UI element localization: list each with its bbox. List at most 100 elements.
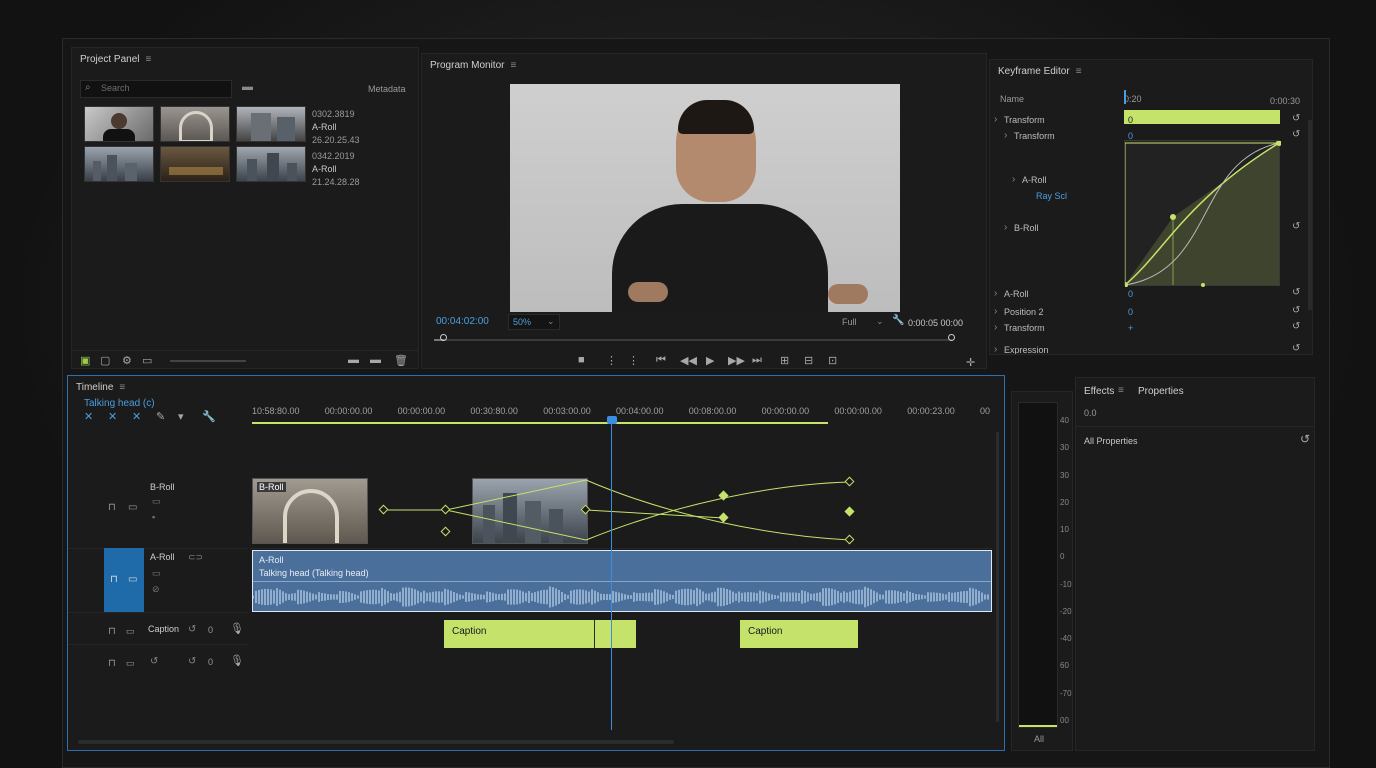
keyframe-playhead[interactable]: [1124, 90, 1126, 104]
keyframe-row[interactable]: › Expression ↺: [990, 343, 1310, 354]
list-item[interactable]: 0302.3819 A-Roll 26.20.25.43: [312, 108, 360, 147]
thumbnail-building[interactable]: [236, 106, 306, 142]
vertical-scrollbar[interactable]: [996, 432, 999, 722]
pen-icon[interactable]: ✎: [156, 410, 165, 423]
reset-icon[interactable]: ↺: [1292, 343, 1300, 354]
new-bin-icon[interactable]: ▬: [348, 354, 359, 366]
reset-icon[interactable]: ↺: [188, 624, 196, 635]
lock-icon[interactable]: ⊓: [108, 658, 116, 669]
step-forward-icon[interactable]: ⏭: [752, 354, 762, 367]
in-out-icon[interactable]: ⋮: [628, 354, 639, 367]
mute-icon[interactable]: ▭: [152, 568, 161, 579]
expand-arrow-icon[interactable]: ›: [994, 114, 997, 125]
keyframe-row[interactable]: › Transform 0 ↺: [990, 129, 1310, 144]
reset-icon[interactable]: ↺: [188, 656, 196, 667]
reset-icon[interactable]: ↺: [1292, 129, 1300, 140]
panel-menu-icon[interactable]: ≡: [1118, 385, 1124, 396]
track-lane-broll[interactable]: B-Roll: [250, 476, 992, 549]
snap-icon[interactable]: ✕: [84, 410, 93, 423]
panel-menu-icon[interactable]: ≡: [145, 54, 151, 65]
sort-icon[interactable]: ▭: [142, 354, 152, 367]
reset-icon[interactable]: ↺: [1292, 321, 1300, 332]
thumbnail-talking-head[interactable]: [84, 106, 154, 142]
quality-select[interactable]: Full ⌄: [838, 316, 886, 330]
curve-graph[interactable]: [1124, 140, 1281, 287]
freeform-icon[interactable]: ⚙: [122, 354, 132, 367]
timeline-playhead-handle[interactable]: [607, 416, 617, 424]
reset-icon[interactable]: ↺: [1292, 221, 1300, 232]
keyframe-row[interactable]: Ray Scl: [990, 190, 1310, 204]
settings-dropdown-icon[interactable]: ▾: [178, 410, 184, 423]
scrub-bar[interactable]: [434, 339, 952, 341]
timeline-playhead[interactable]: [611, 420, 612, 730]
new-item-icon[interactable]: ▬: [370, 354, 381, 366]
zoom-select[interactable]: 50% ⌄: [508, 314, 560, 330]
tab-properties[interactable]: Properties: [1138, 386, 1184, 397]
keyframe-row[interactable]: › A-Roll 0 ↺: [990, 287, 1310, 302]
work-area-bar[interactable]: [252, 422, 828, 424]
expand-arrow-icon[interactable]: ›: [1012, 174, 1015, 185]
toggle-output-icon[interactable]: ▭: [128, 574, 137, 585]
keyframe-row[interactable]: › Transform + ↺: [990, 321, 1310, 336]
caption-clip[interactable]: Caption: [740, 620, 858, 648]
sync-icon[interactable]: ▪: [152, 512, 155, 522]
extract-icon[interactable]: ⊟: [804, 354, 813, 367]
panel-menu-icon[interactable]: ≡: [510, 60, 516, 71]
thumbnail-city[interactable]: [84, 146, 154, 182]
thumbnail-skyline[interactable]: [236, 146, 306, 182]
thumbnail-cathedral[interactable]: [160, 106, 230, 142]
expand-arrow-icon[interactable]: ›: [994, 288, 997, 299]
reset-icon[interactable]: ↺: [1292, 113, 1300, 124]
wrench-icon[interactable]: 🔧: [892, 315, 904, 326]
keyframe-row[interactable]: › Position 2 0 ↺: [990, 305, 1310, 320]
folder-icon[interactable]: ▬: [242, 81, 253, 93]
microphone-icon[interactable]: 🎙: [230, 622, 244, 635]
list-item[interactable]: 0342.2019 A-Roll 21.24.28.28: [312, 150, 360, 189]
current-timecode[interactable]: 00:04:02:00: [436, 316, 489, 327]
play-icon[interactable]: ▶: [706, 354, 714, 367]
trash-icon[interactable]: 🗑: [394, 354, 408, 367]
panel-menu-icon[interactable]: ≡: [1076, 66, 1082, 77]
stop-icon[interactable]: ■: [578, 354, 585, 366]
video-preview[interactable]: [510, 84, 900, 312]
marker-icon[interactable]: ⋮: [606, 354, 617, 367]
reset-icon[interactable]: ↺: [1292, 287, 1300, 298]
expand-arrow-icon[interactable]: ›: [994, 306, 997, 317]
expand-arrow-icon[interactable]: ›: [994, 322, 997, 333]
clip-aroll[interactable]: A-Roll Talking head (Talking head): [252, 550, 992, 612]
scrub-end-marker[interactable]: [948, 334, 955, 341]
add-button-icon[interactable]: ✛: [966, 356, 975, 368]
horizontal-scrollbar[interactable]: [78, 740, 674, 744]
keyframe-row[interactable]: › B-Roll ↺: [990, 221, 1310, 236]
keyframe-scrollbar[interactable]: [1308, 120, 1312, 310]
expand-arrow-icon[interactable]: ›: [1004, 222, 1007, 233]
forward-icon[interactable]: ▶▶: [728, 354, 745, 367]
lock-icon[interactable]: ⊓: [108, 502, 116, 513]
toggle-output-icon[interactable]: ▭: [126, 658, 135, 669]
effects-value[interactable]: 0.0: [1084, 408, 1097, 418]
link-icon[interactable]: ⊂⊃: [188, 552, 203, 563]
eye-icon[interactable]: ▭: [152, 496, 161, 507]
keyframe-row[interactable]: › Transform 0 ↺: [990, 113, 1310, 128]
linked-selection-icon[interactable]: ✕: [108, 410, 117, 423]
time-ruler[interactable]: 10:58:80.00 00:00:00.00 00:00:00.00 00:30:8…: [252, 406, 992, 420]
zoom-slider[interactable]: [170, 360, 246, 362]
step-back-icon[interactable]: ⏮: [656, 354, 666, 367]
icon-view-icon[interactable]: ▢: [100, 354, 110, 367]
lock-icon[interactable]: ⊓: [108, 626, 116, 637]
lift-icon[interactable]: ⊞: [780, 354, 789, 367]
expand-arrow-icon[interactable]: ›: [994, 344, 997, 354]
microphone-icon[interactable]: 🎙: [230, 654, 244, 667]
caption-clip[interactable]: Caption: [444, 620, 636, 648]
wrench-icon[interactable]: 🔧: [202, 410, 216, 423]
list-view-icon[interactable]: ▣: [80, 354, 90, 367]
lock-icon[interactable]: ⊓: [110, 574, 118, 585]
toggle-output-icon[interactable]: ▭: [128, 502, 137, 513]
reset-icon[interactable]: ↺: [1300, 432, 1310, 446]
thumbnail-library[interactable]: [160, 146, 230, 182]
export-frame-icon[interactable]: ⊡: [828, 354, 837, 367]
rewind-icon[interactable]: ◀◀: [680, 354, 697, 367]
keyframe-row[interactable]: › A-Roll: [990, 174, 1310, 188]
tab-effects[interactable]: Effects: [1084, 386, 1114, 397]
solo-icon[interactable]: ⊘: [152, 584, 160, 595]
